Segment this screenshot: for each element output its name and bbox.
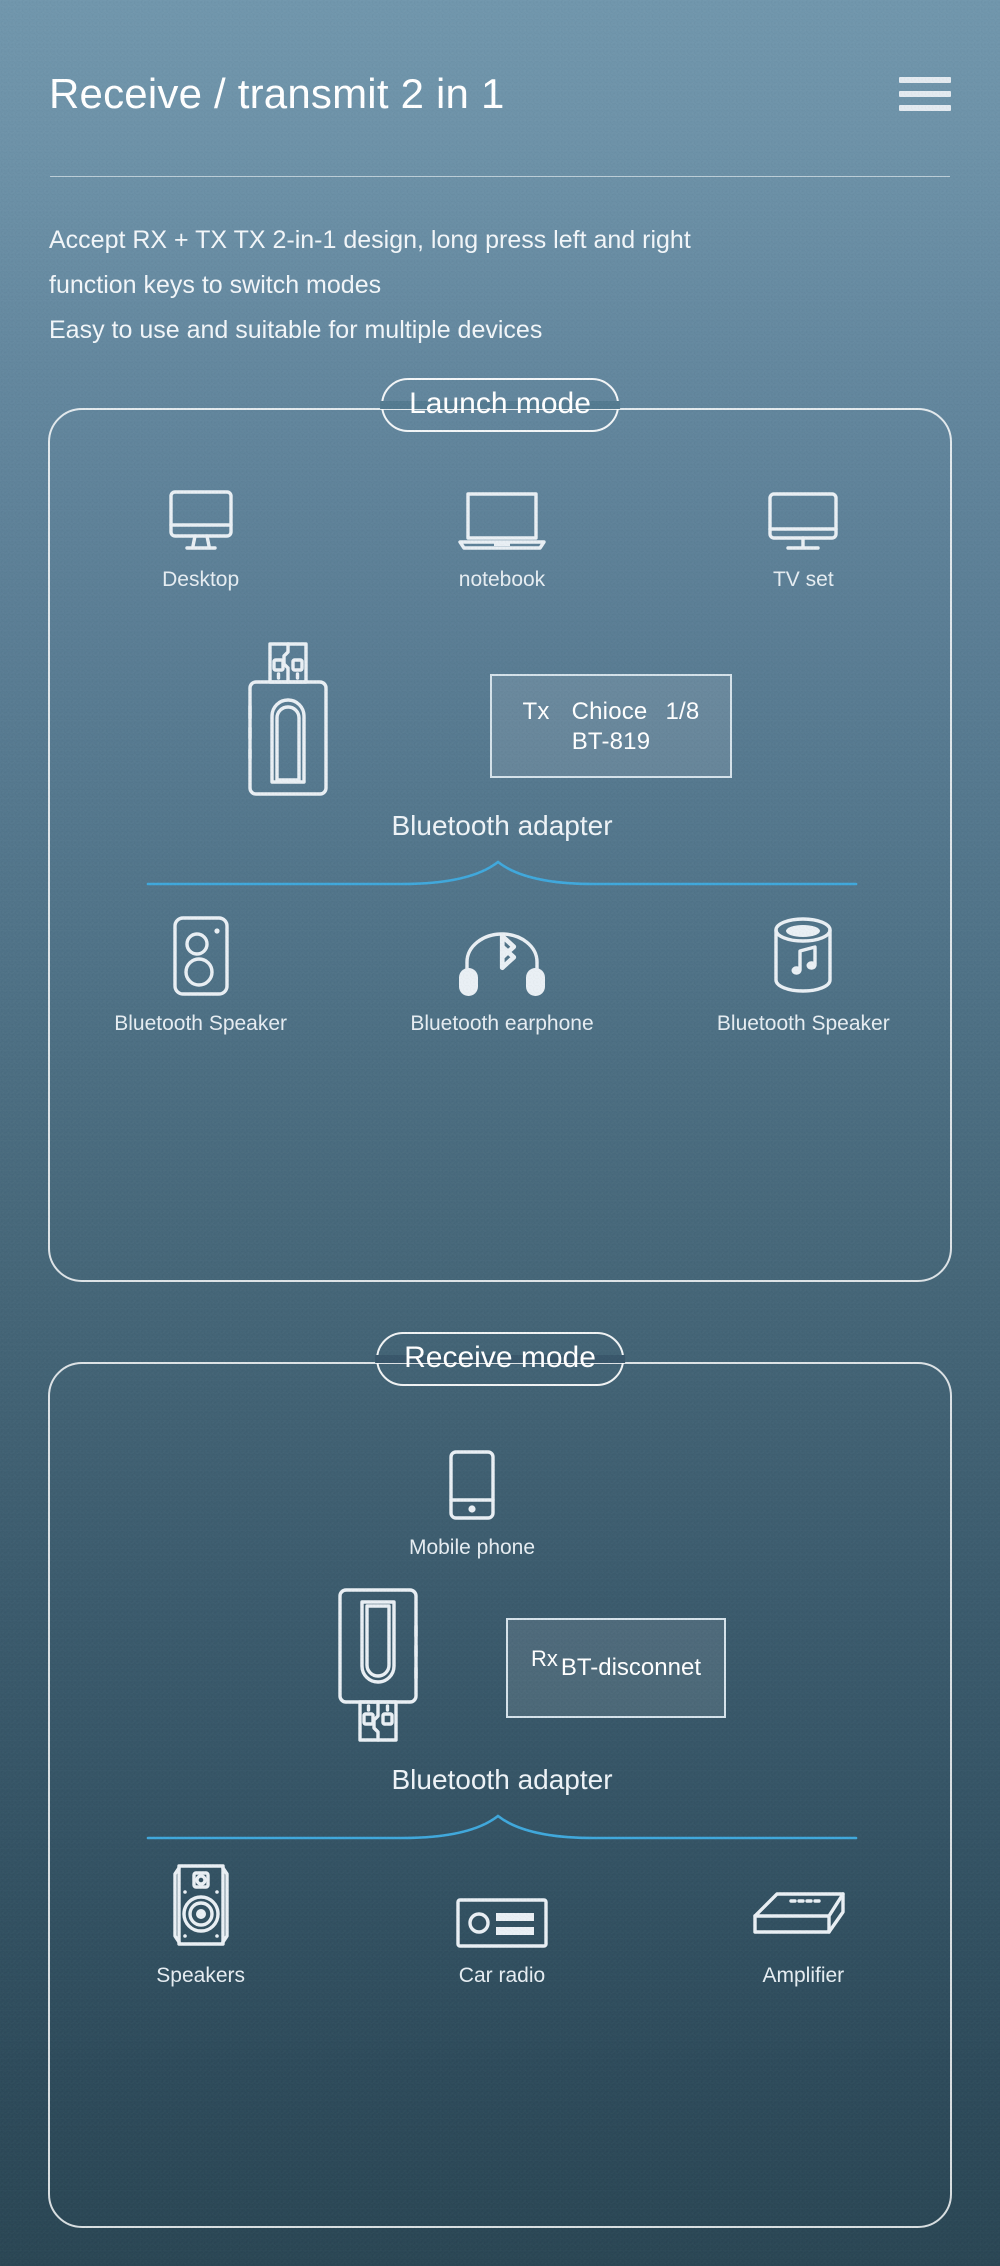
hamburger-bar-2 bbox=[899, 91, 951, 97]
device-notebook-label: notebook bbox=[458, 568, 546, 591]
usb-bluetooth-adapter-icon bbox=[240, 642, 336, 796]
car-stereo-icon bbox=[456, 1862, 548, 1948]
device-desktop: Desktop bbox=[76, 466, 326, 592]
device-tv: TV set bbox=[678, 466, 928, 592]
target-speakers: Speakers bbox=[76, 1862, 326, 1988]
desktop-monitor-icon bbox=[168, 466, 233, 552]
receive-source-device-row: Mobile phone bbox=[50, 1434, 954, 1560]
bluetooth-headphones-icon bbox=[455, 910, 549, 996]
launch-display-index: 1/8 bbox=[665, 698, 700, 725]
target-amplifier: Amplifier bbox=[678, 1862, 928, 1988]
usb-bluetooth-adapter-flipped-icon bbox=[330, 1588, 426, 1744]
launch-source-device-row: Desktop notebook TV set bbox=[50, 466, 954, 592]
launch-mode-panel: Launch mode Desktop notebook TV set Tx C… bbox=[48, 378, 954, 1282]
receive-adapter-caption: Bluetooth adapter bbox=[391, 1764, 613, 1795]
studio-speaker-icon bbox=[169, 1862, 233, 1948]
device-mobile-phone-label: Mobile phone bbox=[408, 1536, 536, 1559]
receive-mode-title-pill: Receive mode bbox=[376, 1332, 624, 1386]
launch-status-display: Tx Chioce 1/8 BT-819 bbox=[490, 674, 732, 778]
hamburger-menu-icon[interactable] bbox=[899, 74, 951, 114]
target-amplifier-label: Amplifier bbox=[762, 1964, 845, 1987]
launch-adapter-caption: Bluetooth adapter bbox=[391, 810, 613, 841]
target-bluetooth-earphone: Bluetooth earphone bbox=[377, 910, 627, 1036]
intro-line-3: Easy to use and suitable for multiple de… bbox=[49, 316, 543, 344]
receive-display-status: BT-disconnet bbox=[560, 1654, 701, 1681]
amplifier-box-icon bbox=[751, 1862, 855, 1948]
receive-display-mode-tag: Rx bbox=[531, 1646, 558, 1671]
title-row: Receive / transmit 2 in 1 bbox=[49, 58, 951, 130]
launch-display-choice: Chioce bbox=[571, 698, 648, 725]
hamburger-bar-1 bbox=[899, 77, 951, 83]
intro-description: Accept RX + TX TX 2-in-1 design, long pr… bbox=[49, 218, 949, 353]
launch-mode-title-pill: Launch mode bbox=[381, 378, 619, 432]
product-infographic-page: Receive / transmit 2 in 1 Accept RX + TX… bbox=[0, 0, 1000, 2266]
target-car-radio-label: Car radio bbox=[458, 1964, 546, 1987]
target-speakers-label: Speakers bbox=[156, 1964, 246, 1987]
target-bluetooth-speaker-cylinder: Bluetooth Speaker bbox=[678, 910, 928, 1036]
receive-target-device-row: Speakers Car radio Amplifier bbox=[50, 1862, 954, 1988]
device-desktop-label: Desktop bbox=[162, 568, 240, 591]
cylinder-smart-speaker-icon bbox=[772, 910, 834, 996]
laptop-icon bbox=[458, 466, 546, 552]
receive-signal-wave bbox=[50, 1810, 954, 1844]
bookshelf-speaker-icon bbox=[172, 910, 229, 996]
device-mobile-phone: Mobile phone bbox=[347, 1434, 597, 1560]
intro-line-1: Accept RX + TX TX 2-in-1 design, long pr… bbox=[49, 226, 691, 254]
launch-display-mode-tag: Tx bbox=[522, 698, 550, 725]
mobile-phone-icon bbox=[449, 1434, 495, 1520]
device-notebook: notebook bbox=[377, 466, 627, 592]
target-bluetooth-earphone-label: Bluetooth earphone bbox=[410, 1012, 594, 1035]
receive-adapter-cluster: Rx BT-disconnet bbox=[50, 1588, 954, 1768]
launch-signal-wave bbox=[50, 856, 954, 890]
launch-display-model: BT-819 bbox=[571, 728, 651, 755]
receive-status-display: Rx BT-disconnet bbox=[506, 1618, 726, 1718]
intro-line-2: function keys to switch modes bbox=[49, 271, 382, 299]
receive-mode-panel: Receive mode Mobile phone Rx BT-disconne… bbox=[48, 1332, 954, 2228]
header-divider bbox=[50, 176, 950, 177]
device-tv-label: TV set bbox=[772, 568, 834, 591]
tv-icon bbox=[768, 466, 839, 552]
page-title: Receive / transmit 2 in 1 bbox=[49, 70, 505, 117]
target-bluetooth-speaker-cylinder-label: Bluetooth Speaker bbox=[716, 1012, 890, 1035]
target-bluetooth-speaker-box: Bluetooth Speaker bbox=[76, 910, 326, 1036]
launch-adapter-cluster: Tx Chioce 1/8 BT-819 bbox=[50, 642, 954, 822]
hamburger-bar-3 bbox=[899, 105, 951, 111]
target-bluetooth-speaker-box-label: Bluetooth Speaker bbox=[114, 1012, 288, 1035]
launch-target-device-row: Bluetooth Speaker Bluetooth earphone Blu… bbox=[50, 910, 954, 1036]
target-car-radio: Car radio bbox=[377, 1862, 627, 1988]
